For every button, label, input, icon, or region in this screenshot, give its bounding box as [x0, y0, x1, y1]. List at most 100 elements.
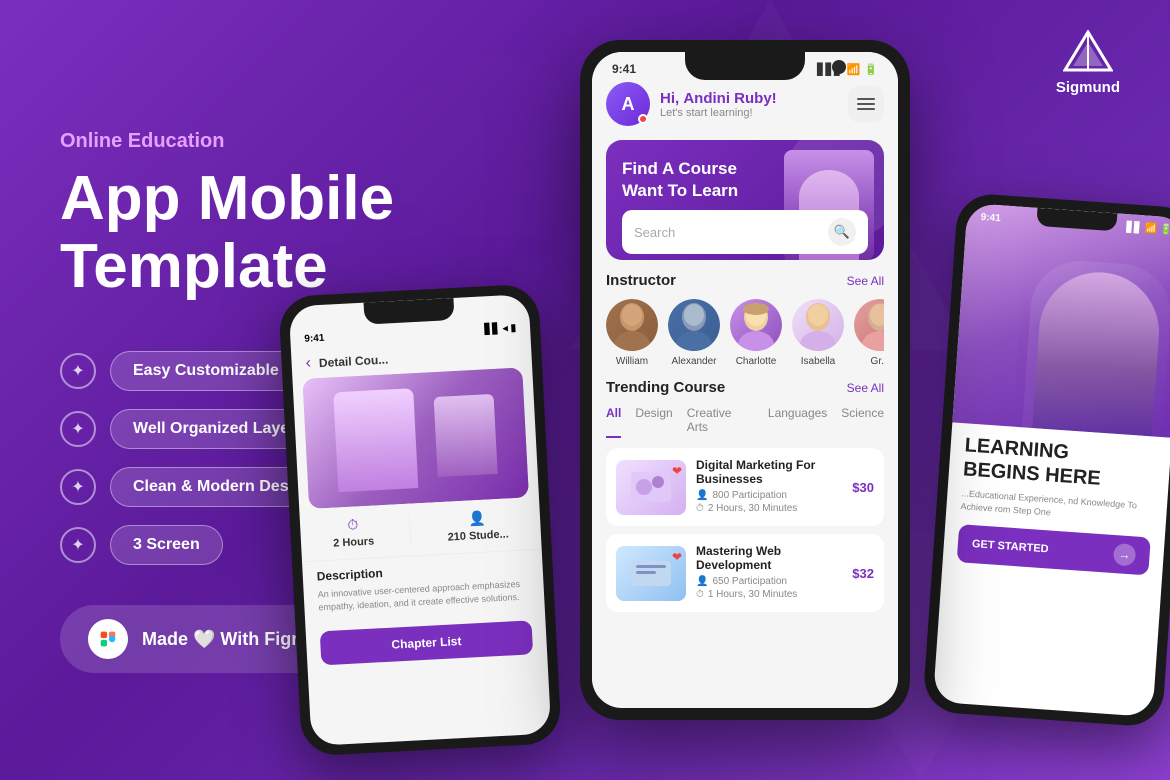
phone-camera [832, 60, 846, 74]
learning-line2: BEGINS HERE [962, 458, 1101, 490]
clock-icon-2: ⏱ [696, 589, 704, 600]
back-left-icons: ▋▋ ◂ ▮ [484, 323, 516, 336]
right-content: LEARNING BEGINS HERE ...Educational Expe… [942, 422, 1170, 586]
logo-area: Sigmund [1056, 30, 1120, 96]
feature-badge-1: Easy Customizable [110, 351, 302, 391]
instructor-section-header: Instructor See All [606, 272, 884, 289]
course-meta-participation-2: 👤 650 Participation [696, 576, 842, 587]
instructor-alexander: Alexander [668, 299, 720, 367]
main-phone-screen: 9:41 ▋▋▋ 📶 🔋 A Hi, Andini Ruby! Let's st… [592, 52, 898, 708]
tab-creative[interactable]: Creative Arts [687, 406, 754, 438]
hi-text: Hi, [660, 90, 683, 107]
status-time: 9:41 [612, 62, 636, 76]
feature-icon-4: ✦ [60, 527, 96, 563]
figma-text: Made 🤍 With Figma [142, 629, 317, 650]
search-bar[interactable]: Search 🔍 [622, 210, 868, 254]
favorite-icon-2[interactable]: ❤ [672, 550, 682, 564]
banner-title: Find A Course Want To Learn [622, 158, 770, 202]
duration-2: 1 Hours, 30 Minutes [708, 589, 798, 600]
detail-course-screen: 9:41 ▋▋ ◂ ▮ ‹ Detail Cou... Design Think… [289, 294, 552, 746]
get-started-button[interactable]: GET STARTED → [957, 524, 1151, 575]
avatar-notification-dot [638, 114, 648, 124]
trending-tabs: All Design Creative Arts Languages Scien… [606, 406, 884, 438]
wifi-icon: 📶 [847, 63, 861, 76]
instructor-avatar-isabella [792, 299, 844, 351]
course-thumb-1: ❤ [616, 460, 686, 515]
desc-text: An innovative user-centered approach emp… [317, 577, 530, 613]
instructor-extra: Gr... [854, 299, 884, 367]
course-title-2: Mastering Web Development [696, 544, 842, 572]
instructor-avatar-alexander [668, 299, 720, 351]
battery-icon: 🔋 [864, 63, 878, 76]
instructor-avatar-charlotte [730, 299, 782, 351]
search-icon[interactable]: 🔍 [828, 218, 856, 246]
course-price-1: $30 [852, 480, 874, 495]
tab-all[interactable]: All [606, 406, 621, 438]
course-title-1: Digital Marketing For Businesses [696, 458, 842, 486]
person-icon-2: 👤 [696, 576, 708, 587]
user-icon: 👤 [468, 510, 486, 528]
right-top-background: 9:41 ▋▋ 📶 🔋 [952, 203, 1170, 438]
tab-design[interactable]: Design [635, 406, 672, 438]
participation-2: 650 Participation [712, 576, 787, 587]
back-arrow-icon[interactable]: ‹ [305, 355, 311, 373]
figma-icon [88, 619, 128, 659]
course-banner: Find A Course Want To Learn Search 🔍 [606, 140, 884, 260]
course-card-1[interactable]: ❤ Digital Marketing For Businesses 👤 800… [606, 448, 884, 526]
instructor-see-all[interactable]: See All [847, 274, 884, 288]
trending-title: Trending Course [606, 379, 725, 396]
instructor-name-charlotte: Charlotte [736, 356, 777, 367]
course-meta-duration-2: ⏱ 1 Hours, 30 Minutes [696, 589, 842, 600]
user-name: Andini Ruby! [683, 90, 776, 107]
phone-detail-course: 9:41 ▋▋ ◂ ▮ ‹ Detail Cou... Design Think… [278, 284, 562, 757]
feature-icon-2: ✦ [60, 411, 96, 447]
tab-science[interactable]: Science [841, 406, 884, 438]
favorite-icon-1[interactable]: ❤ [672, 464, 682, 478]
stat-students: 👤 210 Stude... [446, 508, 509, 543]
menu-button[interactable] [848, 86, 884, 122]
menu-line-3 [857, 108, 875, 110]
instructors-row: William Alexander [606, 299, 884, 367]
course-thumb-2: ❤ [616, 546, 686, 601]
right-time: 9:41 [980, 212, 1001, 224]
phone-back-right: 9:41 ▋▋ 📶 🔋 LEARNING BEGINS HERE ...Educ… [922, 192, 1170, 727]
title-line2: Template [60, 232, 328, 301]
arrow-icon: → [1113, 543, 1136, 566]
instructor-charlotte: Charlotte [730, 299, 782, 367]
sigmund-logo-icon [1063, 30, 1113, 75]
course-meta-participation-1: 👤 800 Participation [696, 490, 842, 501]
course-detail-image: Design Thinking Fundamental [302, 367, 529, 508]
category-label: Online Education [60, 130, 480, 153]
description-section: Description An innovative user-centered … [302, 550, 545, 623]
course-info-1: Digital Marketing For Businesses 👤 800 P… [696, 458, 842, 516]
main-title: App Mobile Template [60, 165, 480, 301]
duration-1: 2 Hours, 30 Minutes [708, 503, 798, 514]
search-placeholder-text: Search [634, 225, 820, 240]
instructor-avatar-william [606, 299, 658, 351]
logo-text: Sigmund [1056, 79, 1120, 96]
user-avatar: A [606, 82, 650, 126]
main-notch [685, 52, 805, 80]
stat-hours-val: 2 Hours [333, 535, 375, 549]
right-status-bar: 9:41 ▋▋ 📶 🔋 [966, 203, 1170, 245]
greeting-subtitle: Let's start learning! [660, 107, 848, 119]
instructor-name-william: William [616, 356, 648, 367]
start-btn-label: GET STARTED [971, 538, 1048, 555]
stat-students-val: 210 Stude... [447, 528, 509, 543]
chapter-list-button[interactable]: Chapter List [320, 620, 533, 665]
course-card-2[interactable]: ❤ Mastering Web Development 👤 650 Partic… [606, 534, 884, 612]
title-line1: App Mobile [60, 164, 394, 233]
instructor-name-isabella: Isabella [801, 356, 835, 367]
greeting-text: Hi, Andini Ruby! Let's start learning! [660, 90, 848, 119]
clock-icon: ⏱ [347, 516, 359, 534]
phone-content: A Hi, Andini Ruby! Let's start learning! [592, 82, 898, 698]
learning-subtext: ...Educational Experience, nd Knowledge … [960, 487, 1153, 526]
main-phone: 9:41 ▋▋▋ 📶 🔋 A Hi, Andini Ruby! Let's st… [580, 40, 910, 720]
stat-hours: ⏱ 2 Hours [332, 515, 375, 549]
status-icons: ▋▋▋ 📶 🔋 [817, 63, 878, 76]
greeting-hello: Hi, Andini Ruby! [660, 90, 848, 107]
trending-see-all[interactable]: See All [847, 381, 884, 395]
menu-line-1 [857, 98, 875, 100]
back-left-time: 9:41 [304, 333, 325, 345]
tab-languages[interactable]: Languages [768, 406, 827, 438]
